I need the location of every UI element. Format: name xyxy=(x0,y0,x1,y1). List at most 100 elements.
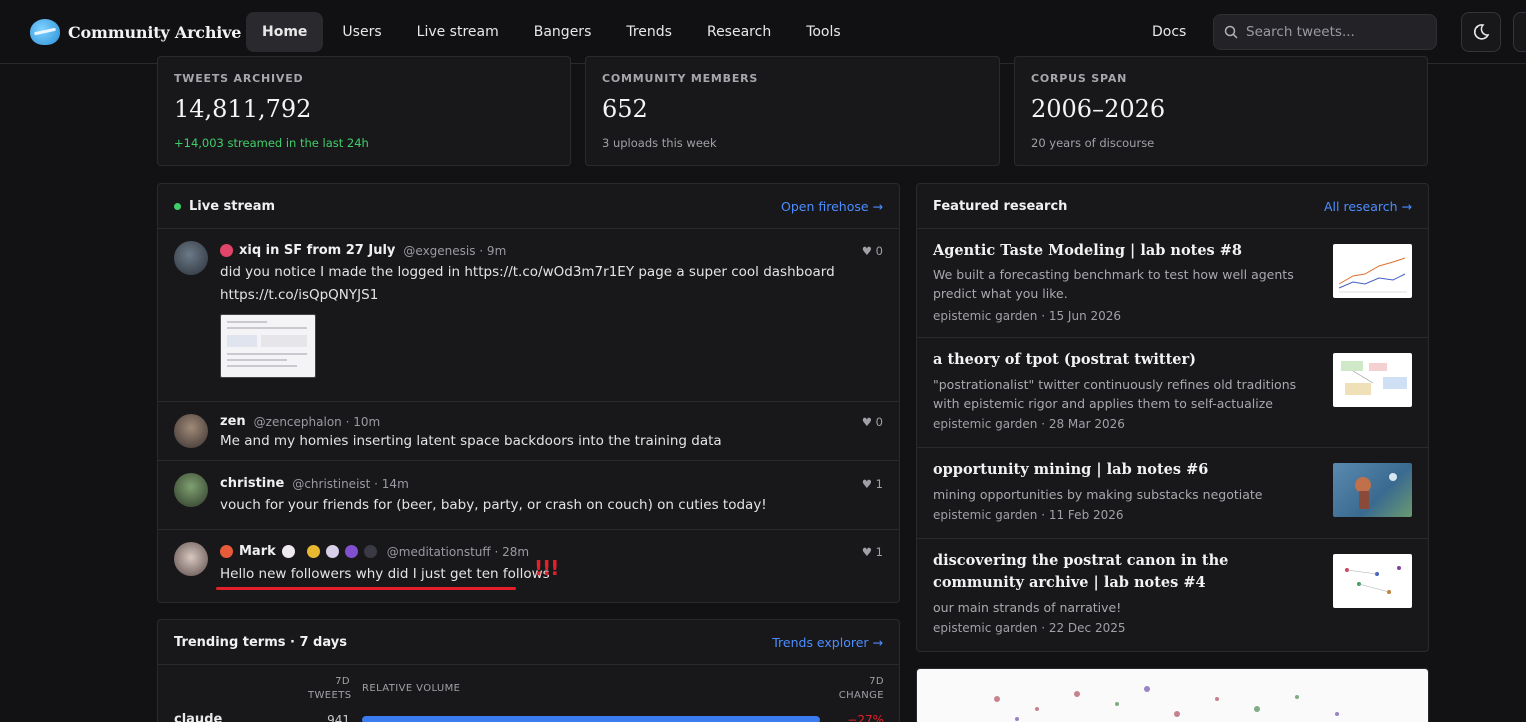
avatar[interactable] xyxy=(174,414,208,448)
moon-icon xyxy=(1473,24,1490,40)
panel-header: Live stream Open firehose → xyxy=(158,184,899,229)
search-input[interactable] xyxy=(1246,24,1426,40)
panel-title: Featured research xyxy=(933,198,1068,214)
nav-users[interactable]: Users xyxy=(326,12,397,52)
tweet-likes[interactable]: ♥ 1 xyxy=(862,477,883,491)
red-underline-annotation xyxy=(216,587,516,590)
live-dot-icon xyxy=(174,202,181,210)
tweet-image[interactable] xyxy=(220,314,316,378)
white-circle-icon xyxy=(325,545,339,558)
search-icon xyxy=(1224,25,1238,39)
open-firehose-link[interactable]: Open firehose → xyxy=(781,199,883,214)
tweet-text: Me and my homies inserting latent space … xyxy=(220,433,722,449)
search-box[interactable] xyxy=(1213,14,1437,50)
research-meta: epistemic garden · 11 Feb 2026 xyxy=(933,508,1124,522)
tweet-header: zen @zencephalon · 10m xyxy=(220,414,380,429)
tweet-likes[interactable]: ♥ 1 xyxy=(862,545,883,559)
tweet-handle: @meditationstuff · 28m xyxy=(386,544,530,559)
theme-toggle-button[interactable] xyxy=(1461,12,1501,52)
research-thumbnail[interactable] xyxy=(1333,554,1412,608)
menu-button[interactable] xyxy=(1513,12,1526,52)
trend-tweets: 941 xyxy=(327,713,350,722)
tweet-handle: @christineist · 14m xyxy=(292,476,409,491)
research-title[interactable]: opportunity mining | lab notes #6 xyxy=(933,459,1313,481)
research-desc: We built a forecasting benchmark to test… xyxy=(933,267,1294,301)
trend-change: −27% xyxy=(847,713,884,722)
avatar[interactable] xyxy=(174,241,208,275)
nav-live-stream[interactable]: Live stream xyxy=(401,12,515,52)
nav-research[interactable]: Research xyxy=(691,12,787,52)
yellow-circle-icon xyxy=(306,545,320,558)
research-thumbnail[interactable] xyxy=(1333,463,1412,517)
research-thumbnail[interactable] xyxy=(1333,353,1412,407)
tweet-author[interactable]: zen xyxy=(220,414,246,429)
research-item[interactable]: Agentic Taste Modeling | lab notes #8 We… xyxy=(917,229,1429,338)
archive-logo-icon xyxy=(30,19,60,45)
trending-panel: Trending terms · 7 days Trends explorer … xyxy=(157,619,900,722)
tweet-author[interactable]: christine xyxy=(220,476,284,491)
ghost-emoji-icon xyxy=(281,545,295,558)
research-meta: epistemic garden · 22 Dec 2025 xyxy=(933,621,1126,635)
nav-trends[interactable]: Trends xyxy=(610,12,688,52)
research-title[interactable]: discovering the postrat canon in the com… xyxy=(933,550,1313,594)
live-stream-panel: Live stream Open firehose → xiq in SF fr… xyxy=(157,183,900,603)
stat-corpus-span: CORPUS SPAN 2006–2026 20 years of discou… xyxy=(1014,56,1428,166)
tweet-text: vouch for your friends for (beer, baby, … xyxy=(220,497,767,513)
tweet-text: Hello new followers why did I just get t… xyxy=(220,566,550,582)
featured-research-panel: Featured research All research → Agentic… xyxy=(916,183,1429,652)
stat-sub: 20 years of discourse xyxy=(1031,136,1155,150)
purple-circle-icon xyxy=(344,545,358,558)
research-item[interactable]: discovering the postrat canon in the com… xyxy=(917,539,1429,651)
research-map-image[interactable] xyxy=(916,668,1429,722)
panel-header: Featured research All research → xyxy=(917,184,1428,229)
research-item[interactable]: opportunity mining | lab notes #6 mining… xyxy=(917,448,1429,539)
stat-sub: +14,003 streamed in the last 24h xyxy=(174,136,369,150)
research-meta: epistemic garden · 15 Jun 2026 xyxy=(933,309,1122,323)
tweet-text: did you notice I made the logged in http… xyxy=(220,264,835,303)
tweet-author[interactable]: Mark xyxy=(239,544,276,559)
tweet-item[interactable]: Mark @meditationstuff · 28m Hello new fo… xyxy=(158,530,899,602)
col-header-tweets: 7D TWEETS xyxy=(308,676,352,701)
nav-tools[interactable]: Tools xyxy=(790,12,857,52)
nav-home[interactable]: Home xyxy=(246,12,324,52)
research-meta: epistemic garden · 28 Mar 2026 xyxy=(933,417,1125,431)
research-title[interactable]: a theory of tpot (postrat twitter) xyxy=(933,349,1313,371)
panel-header: Trending terms · 7 days Trends explorer … xyxy=(158,620,899,665)
logo[interactable]: Community Archive xyxy=(30,16,241,48)
stat-community-members: COMMUNITY MEMBERS 652 3 uploads this wee… xyxy=(585,56,1000,166)
tweet-likes[interactable]: ♥ 0 xyxy=(862,244,883,258)
tweet-handle: @zencephalon · 10m xyxy=(253,414,381,429)
research-title[interactable]: Agentic Taste Modeling | lab notes #8 xyxy=(933,240,1313,262)
stat-label: CORPUS SPAN xyxy=(1031,72,1128,85)
avatar[interactable] xyxy=(174,542,208,576)
panel-title: Live stream xyxy=(189,198,276,214)
trend-volume-bar xyxy=(362,716,820,722)
stat-label: COMMUNITY MEMBERS xyxy=(602,72,759,85)
stat-value: 652 xyxy=(602,95,648,123)
trend-term: claude xyxy=(174,712,223,722)
avatar[interactable] xyxy=(174,473,208,507)
stat-label: TWEETS ARCHIVED xyxy=(174,72,304,85)
research-desc: our main strands of narrative! xyxy=(933,600,1122,615)
research-desc: mining opportunities by making substacks… xyxy=(933,487,1263,502)
nav-docs[interactable]: Docs xyxy=(1136,12,1202,52)
logo-text: Community Archive xyxy=(68,22,242,42)
nav-bangers[interactable]: Bangers xyxy=(518,12,608,52)
exclamation-annotation: !!! xyxy=(534,556,559,580)
heart-emoji-icon xyxy=(220,244,233,257)
tweet-item[interactable]: christine @christineist · 14m vouch for … xyxy=(158,461,899,530)
all-research-link[interactable]: All research → xyxy=(1324,199,1412,214)
research-desc: "postrationalist" twitter continuously r… xyxy=(933,377,1297,411)
stat-value: 2006–2026 xyxy=(1031,95,1166,123)
tweet-item[interactable]: zen @zencephalon · 10m Me and my homies … xyxy=(158,402,899,461)
research-item[interactable]: a theory of tpot (postrat twitter) "post… xyxy=(917,338,1429,448)
tweet-author[interactable]: xiq in SF from 27 July xyxy=(239,243,395,258)
stat-tweets-archived: TWEETS ARCHIVED 14,811,792 +14,003 strea… xyxy=(157,56,571,166)
research-thumbnail[interactable] xyxy=(1333,244,1412,298)
trends-explorer-link[interactable]: Trends explorer → xyxy=(772,635,883,650)
tweet-likes[interactable]: ♥ 0 xyxy=(862,415,883,429)
col-header-volume: RELATIVE VOLUME xyxy=(362,683,461,694)
tweet-header: christine @christineist · 14m xyxy=(220,476,409,491)
col-header-change: 7D CHANGE xyxy=(838,676,884,701)
tweet-header: Mark @meditationstuff · 28m xyxy=(220,544,529,559)
